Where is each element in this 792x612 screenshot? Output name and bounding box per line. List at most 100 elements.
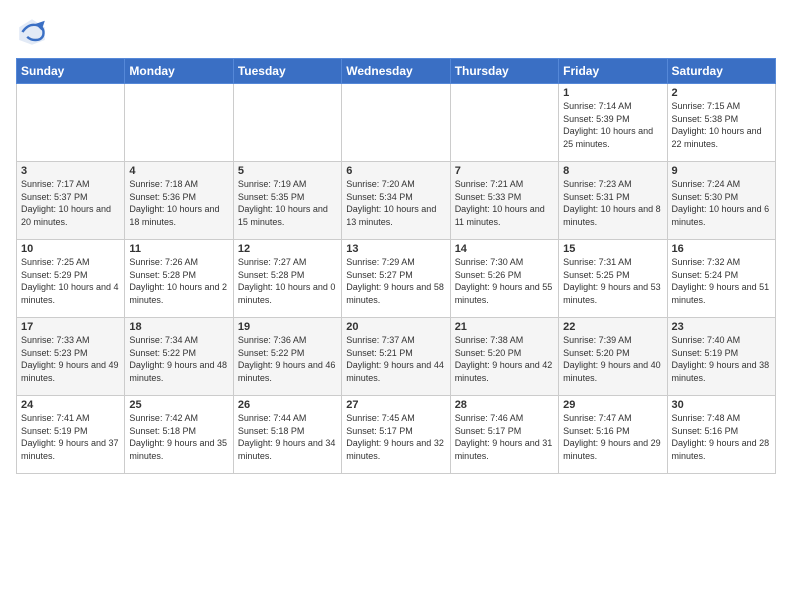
day-info: Sunrise: 7:37 AM Sunset: 5:21 PM Dayligh… <box>346 334 445 384</box>
day-info: Sunrise: 7:47 AM Sunset: 5:16 PM Dayligh… <box>563 412 662 462</box>
header-cell-thursday: Thursday <box>450 59 558 84</box>
day-info: Sunrise: 7:29 AM Sunset: 5:27 PM Dayligh… <box>346 256 445 306</box>
calendar-cell: 14Sunrise: 7:30 AM Sunset: 5:26 PM Dayli… <box>450 240 558 318</box>
calendar-cell: 27Sunrise: 7:45 AM Sunset: 5:17 PM Dayli… <box>342 396 450 474</box>
day-info: Sunrise: 7:46 AM Sunset: 5:17 PM Dayligh… <box>455 412 554 462</box>
calendar-cell: 22Sunrise: 7:39 AM Sunset: 5:20 PM Dayli… <box>559 318 667 396</box>
day-number: 2 <box>672 87 771 99</box>
calendar-cell <box>342 84 450 162</box>
day-info: Sunrise: 7:40 AM Sunset: 5:19 PM Dayligh… <box>672 334 771 384</box>
header-cell-tuesday: Tuesday <box>233 59 341 84</box>
day-number: 4 <box>129 165 228 177</box>
day-info: Sunrise: 7:15 AM Sunset: 5:38 PM Dayligh… <box>672 100 771 150</box>
day-info: Sunrise: 7:25 AM Sunset: 5:29 PM Dayligh… <box>21 256 120 306</box>
calendar-cell: 7Sunrise: 7:21 AM Sunset: 5:33 PM Daylig… <box>450 162 558 240</box>
page-container: SundayMondayTuesdayWednesdayThursdayFrid… <box>0 0 792 482</box>
calendar-cell: 18Sunrise: 7:34 AM Sunset: 5:22 PM Dayli… <box>125 318 233 396</box>
day-info: Sunrise: 7:19 AM Sunset: 5:35 PM Dayligh… <box>238 178 337 228</box>
calendar-header: SundayMondayTuesdayWednesdayThursdayFrid… <box>17 59 776 84</box>
day-info: Sunrise: 7:36 AM Sunset: 5:22 PM Dayligh… <box>238 334 337 384</box>
day-info: Sunrise: 7:20 AM Sunset: 5:34 PM Dayligh… <box>346 178 445 228</box>
calendar-cell: 3Sunrise: 7:17 AM Sunset: 5:37 PM Daylig… <box>17 162 125 240</box>
day-number: 30 <box>672 399 771 411</box>
calendar-cell: 8Sunrise: 7:23 AM Sunset: 5:31 PM Daylig… <box>559 162 667 240</box>
day-number: 24 <box>21 399 120 411</box>
day-info: Sunrise: 7:41 AM Sunset: 5:19 PM Dayligh… <box>21 412 120 462</box>
calendar-cell: 20Sunrise: 7:37 AM Sunset: 5:21 PM Dayli… <box>342 318 450 396</box>
calendar-cell: 15Sunrise: 7:31 AM Sunset: 5:25 PM Dayli… <box>559 240 667 318</box>
calendar-cell: 26Sunrise: 7:44 AM Sunset: 5:18 PM Dayli… <box>233 396 341 474</box>
day-number: 1 <box>563 87 662 99</box>
day-number: 17 <box>21 321 120 333</box>
calendar-week-2: 10Sunrise: 7:25 AM Sunset: 5:29 PM Dayli… <box>17 240 776 318</box>
day-number: 16 <box>672 243 771 255</box>
day-number: 11 <box>129 243 228 255</box>
calendar-cell: 13Sunrise: 7:29 AM Sunset: 5:27 PM Dayli… <box>342 240 450 318</box>
header-cell-saturday: Saturday <box>667 59 775 84</box>
calendar-cell: 4Sunrise: 7:18 AM Sunset: 5:36 PM Daylig… <box>125 162 233 240</box>
day-info: Sunrise: 7:14 AM Sunset: 5:39 PM Dayligh… <box>563 100 662 150</box>
day-info: Sunrise: 7:34 AM Sunset: 5:22 PM Dayligh… <box>129 334 228 384</box>
day-info: Sunrise: 7:27 AM Sunset: 5:28 PM Dayligh… <box>238 256 337 306</box>
day-info: Sunrise: 7:26 AM Sunset: 5:28 PM Dayligh… <box>129 256 228 306</box>
day-number: 19 <box>238 321 337 333</box>
day-info: Sunrise: 7:30 AM Sunset: 5:26 PM Dayligh… <box>455 256 554 306</box>
day-number: 28 <box>455 399 554 411</box>
calendar-cell: 2Sunrise: 7:15 AM Sunset: 5:38 PM Daylig… <box>667 84 775 162</box>
day-number: 21 <box>455 321 554 333</box>
day-number: 20 <box>346 321 445 333</box>
calendar-cell <box>125 84 233 162</box>
day-info: Sunrise: 7:45 AM Sunset: 5:17 PM Dayligh… <box>346 412 445 462</box>
calendar-week-1: 3Sunrise: 7:17 AM Sunset: 5:37 PM Daylig… <box>17 162 776 240</box>
calendar-cell: 11Sunrise: 7:26 AM Sunset: 5:28 PM Dayli… <box>125 240 233 318</box>
calendar-cell: 28Sunrise: 7:46 AM Sunset: 5:17 PM Dayli… <box>450 396 558 474</box>
calendar-cell: 17Sunrise: 7:33 AM Sunset: 5:23 PM Dayli… <box>17 318 125 396</box>
day-number: 3 <box>21 165 120 177</box>
day-number: 10 <box>21 243 120 255</box>
calendar-cell: 24Sunrise: 7:41 AM Sunset: 5:19 PM Dayli… <box>17 396 125 474</box>
day-number: 18 <box>129 321 228 333</box>
day-number: 23 <box>672 321 771 333</box>
calendar-table: SundayMondayTuesdayWednesdayThursdayFrid… <box>16 58 776 474</box>
day-number: 7 <box>455 165 554 177</box>
day-info: Sunrise: 7:48 AM Sunset: 5:16 PM Dayligh… <box>672 412 771 462</box>
calendar-cell: 25Sunrise: 7:42 AM Sunset: 5:18 PM Dayli… <box>125 396 233 474</box>
calendar-cell: 10Sunrise: 7:25 AM Sunset: 5:29 PM Dayli… <box>17 240 125 318</box>
calendar-cell <box>233 84 341 162</box>
calendar-cell: 19Sunrise: 7:36 AM Sunset: 5:22 PM Dayli… <box>233 318 341 396</box>
calendar-cell: 16Sunrise: 7:32 AM Sunset: 5:24 PM Dayli… <box>667 240 775 318</box>
header-cell-wednesday: Wednesday <box>342 59 450 84</box>
day-info: Sunrise: 7:39 AM Sunset: 5:20 PM Dayligh… <box>563 334 662 384</box>
calendar-body: 1Sunrise: 7:14 AM Sunset: 5:39 PM Daylig… <box>17 84 776 474</box>
calendar-cell <box>450 84 558 162</box>
header-cell-sunday: Sunday <box>17 59 125 84</box>
day-info: Sunrise: 7:23 AM Sunset: 5:31 PM Dayligh… <box>563 178 662 228</box>
calendar-cell: 29Sunrise: 7:47 AM Sunset: 5:16 PM Dayli… <box>559 396 667 474</box>
day-info: Sunrise: 7:17 AM Sunset: 5:37 PM Dayligh… <box>21 178 120 228</box>
day-info: Sunrise: 7:21 AM Sunset: 5:33 PM Dayligh… <box>455 178 554 228</box>
day-number: 6 <box>346 165 445 177</box>
calendar-cell: 1Sunrise: 7:14 AM Sunset: 5:39 PM Daylig… <box>559 84 667 162</box>
day-info: Sunrise: 7:31 AM Sunset: 5:25 PM Dayligh… <box>563 256 662 306</box>
calendar-week-3: 17Sunrise: 7:33 AM Sunset: 5:23 PM Dayli… <box>17 318 776 396</box>
day-number: 22 <box>563 321 662 333</box>
day-info: Sunrise: 7:18 AM Sunset: 5:36 PM Dayligh… <box>129 178 228 228</box>
day-info: Sunrise: 7:24 AM Sunset: 5:30 PM Dayligh… <box>672 178 771 228</box>
day-info: Sunrise: 7:42 AM Sunset: 5:18 PM Dayligh… <box>129 412 228 462</box>
day-number: 13 <box>346 243 445 255</box>
calendar-cell: 6Sunrise: 7:20 AM Sunset: 5:34 PM Daylig… <box>342 162 450 240</box>
day-info: Sunrise: 7:33 AM Sunset: 5:23 PM Dayligh… <box>21 334 120 384</box>
day-number: 14 <box>455 243 554 255</box>
day-info: Sunrise: 7:44 AM Sunset: 5:18 PM Dayligh… <box>238 412 337 462</box>
calendar-week-4: 24Sunrise: 7:41 AM Sunset: 5:19 PM Dayli… <box>17 396 776 474</box>
header-cell-monday: Monday <box>125 59 233 84</box>
day-info: Sunrise: 7:38 AM Sunset: 5:20 PM Dayligh… <box>455 334 554 384</box>
calendar-cell: 12Sunrise: 7:27 AM Sunset: 5:28 PM Dayli… <box>233 240 341 318</box>
day-number: 25 <box>129 399 228 411</box>
logo <box>16 16 52 48</box>
day-number: 29 <box>563 399 662 411</box>
day-number: 9 <box>672 165 771 177</box>
day-info: Sunrise: 7:32 AM Sunset: 5:24 PM Dayligh… <box>672 256 771 306</box>
day-number: 26 <box>238 399 337 411</box>
header <box>16 16 776 48</box>
